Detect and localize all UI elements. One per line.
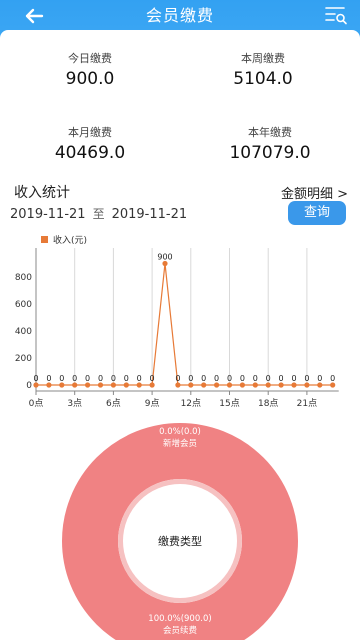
data-point	[136, 382, 142, 388]
slice-label-value: 0.0%(0.0)	[159, 427, 201, 437]
data-label: 900	[157, 253, 172, 262]
y-tick-label: 800	[15, 273, 32, 283]
stat-month: 本月缴费 40469.0	[0, 126, 180, 164]
data-label: 0	[291, 374, 296, 383]
stat-month-value: 40469.0	[54, 143, 126, 163]
data-label: 0	[46, 374, 51, 383]
data-label: 0	[98, 374, 103, 383]
data-label: 0	[175, 374, 180, 383]
data-label: 0	[279, 374, 284, 383]
page-title: 会员缴费	[145, 6, 214, 25]
data-label: 0	[85, 374, 90, 383]
date-to-field[interactable]: 2019-11-21	[112, 207, 188, 222]
data-point	[97, 382, 104, 388]
data-point	[317, 382, 323, 388]
x-tick-label: 9点	[145, 398, 160, 409]
data-label: 0	[124, 374, 129, 383]
data-label: 0	[317, 374, 322, 383]
x-tick-label: 6点	[106, 398, 121, 409]
date-range: 2019-11-21 至 2019-11-21	[10, 205, 187, 222]
data-label: 0	[137, 374, 142, 383]
y-tick-label: 400	[15, 327, 32, 337]
stat-week-value: 5104.0	[233, 69, 293, 89]
data-point	[46, 382, 52, 388]
data-point	[110, 382, 116, 388]
data-point	[162, 260, 168, 267]
data-point	[72, 382, 78, 388]
stat-year-label: 本年缴费	[248, 126, 292, 139]
data-point	[330, 382, 336, 388]
x-tick-label: 0点	[29, 398, 44, 409]
data-point	[149, 382, 155, 388]
stat-year-value: 107079.0	[229, 143, 311, 163]
data-point	[123, 382, 129, 388]
query-button[interactable]: 查询	[288, 201, 346, 225]
donut-center-label: 缴费类型	[158, 534, 202, 548]
stat-today-label: 今日缴费	[68, 52, 112, 65]
data-label: 0	[240, 374, 245, 383]
payment-type-donut-chart: 缴费类型 0.0%(0.0)新增会员 100.0%(900.0)会员续费	[62, 423, 298, 640]
amount-detail-link[interactable]: 金额明细 >	[281, 183, 348, 202]
data-point	[239, 382, 245, 388]
data-point	[59, 382, 65, 388]
data-point	[85, 382, 91, 388]
data-label: 0	[304, 374, 309, 383]
x-tick-label: 12点	[181, 398, 201, 409]
y-tick-label: 600	[15, 300, 32, 310]
slice-label-value: 100.0%(900.0)	[148, 614, 211, 624]
stat-week-label: 本周缴费	[241, 52, 285, 65]
list-search-icon[interactable]	[324, 5, 348, 25]
slice-label-name: 新增会员	[163, 438, 197, 449]
data-label: 0	[201, 374, 206, 383]
data-point	[252, 382, 258, 388]
data-label: 0	[188, 374, 193, 383]
data-point	[226, 382, 233, 388]
data-label: 0	[111, 374, 116, 383]
data-label: 0	[266, 374, 271, 383]
stat-year: 本年缴费 107079.0	[180, 126, 360, 164]
data-point	[33, 382, 39, 388]
x-tick-label: 15点	[219, 398, 239, 409]
data-label: 0	[72, 374, 77, 383]
stat-today-value: 900.0	[65, 69, 115, 89]
data-label: 0	[214, 374, 219, 383]
stat-week: 本周缴费 5104.0	[173, 52, 353, 90]
stat-month-label: 本月缴费	[68, 126, 112, 139]
data-label: 0	[150, 374, 155, 383]
data-point	[188, 382, 194, 388]
y-tick-label: 0	[26, 381, 32, 391]
y-tick-label: 200	[15, 354, 32, 364]
data-point	[265, 382, 271, 388]
data-label: 0	[59, 374, 64, 383]
data-point	[278, 382, 284, 388]
slice-label-name: 会员续费	[163, 625, 198, 636]
date-separator: 至	[92, 207, 105, 221]
legend-label: 收入(元)	[53, 234, 87, 246]
legend-swatch	[41, 236, 48, 243]
data-label: 0	[253, 374, 258, 383]
x-tick-label: 21点	[297, 398, 317, 409]
x-tick-label: 18点	[258, 398, 278, 409]
data-point	[201, 382, 207, 388]
data-point	[291, 382, 297, 388]
stat-today: 今日缴费 900.0	[0, 52, 180, 90]
series-line	[36, 263, 333, 386]
data-point	[175, 382, 181, 388]
data-point	[304, 382, 310, 388]
data-label: 0	[330, 374, 335, 383]
date-from-field[interactable]: 2019-11-21	[10, 207, 86, 222]
income-line-chart: 02004006008000点 3点 6点 9点 12点 15点 18点 21点收入(元)0 0…	[15, 234, 339, 409]
data-label: 0	[33, 374, 38, 383]
x-tick-label: 3点	[67, 398, 82, 409]
data-label: 0	[227, 374, 232, 383]
data-point	[214, 382, 220, 388]
income-section-title: 收入统计	[14, 185, 70, 201]
